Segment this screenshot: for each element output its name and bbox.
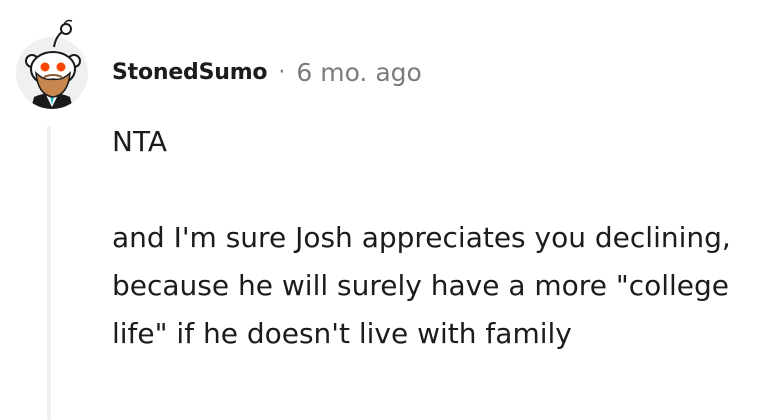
snoo-avatar-icon bbox=[16, 19, 88, 109]
comment-meta: StonedSumo · 6 mo. ago bbox=[112, 54, 422, 90]
comment-paragraph: and I'm sure Josh appreciates you declin… bbox=[112, 221, 731, 350]
meta-separator: · bbox=[278, 59, 286, 85]
timestamp-link[interactable]: 6 mo. ago bbox=[296, 58, 421, 87]
comment: StonedSumo · 6 mo. ago NTA and I'm sure … bbox=[0, 0, 782, 420]
comment-body: NTA and I'm sure Josh appreciates you de… bbox=[112, 118, 776, 358]
thread-collapse-line[interactable] bbox=[47, 126, 51, 420]
comment-paragraph: NTA bbox=[112, 125, 168, 158]
username-link[interactable]: StonedSumo bbox=[112, 60, 268, 85]
user-avatar-icon[interactable] bbox=[14, 17, 92, 111]
